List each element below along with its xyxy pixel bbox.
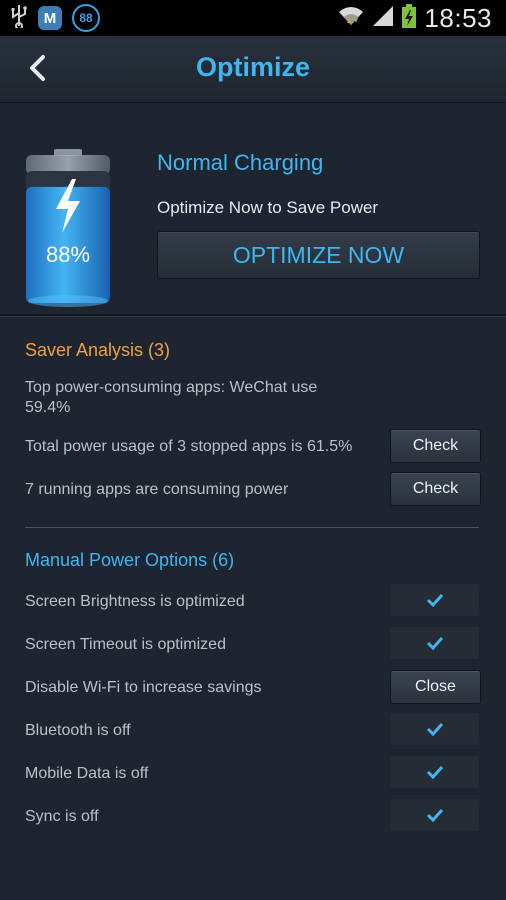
battery-gauge: 88% xyxy=(24,149,112,309)
close-wifi-button[interactable]: Close xyxy=(390,670,481,704)
charging-summary: 88% Normal Charging Optimize Now to Save… xyxy=(0,103,506,315)
mobile-data-status-button[interactable] xyxy=(390,756,479,788)
signal-icon xyxy=(372,5,394,32)
optimize-tip: Optimize Now to Save Power xyxy=(157,198,379,217)
wifi-icon xyxy=(338,4,364,33)
check-running-apps-button[interactable]: Check xyxy=(390,472,481,506)
option-mobile-data: Mobile Data is off xyxy=(25,765,149,782)
option-bluetooth: Bluetooth is off xyxy=(25,722,131,739)
saver-analysis-title: Saver Analysis (3) xyxy=(25,340,171,360)
option-screen-timeout: Screen Timeout is optimized xyxy=(25,636,226,653)
clock: 18:53 xyxy=(424,2,492,33)
option-screen-brightness: Screen Brightness is optimized xyxy=(25,593,245,610)
title-bar: Optimize xyxy=(0,36,506,103)
bluetooth-status-button[interactable] xyxy=(390,713,479,745)
check-stopped-apps-button[interactable]: Check xyxy=(390,429,481,463)
timeout-status-button[interactable] xyxy=(390,627,479,659)
sync-status-button[interactable] xyxy=(390,799,479,831)
messenger-app-icon: M xyxy=(38,6,62,30)
charging-status: Normal Charging xyxy=(157,150,324,175)
system-indicators: 18:53 xyxy=(338,0,492,36)
checkmark-icon xyxy=(426,808,443,822)
battery-icon xyxy=(26,149,110,307)
battery-status-icon xyxy=(402,3,417,33)
checkmark-icon xyxy=(426,636,443,650)
manual-options-title: Manual Power Options (6) xyxy=(25,550,235,570)
section-divider xyxy=(0,314,506,317)
brightness-status-button[interactable] xyxy=(390,584,479,616)
usb-icon xyxy=(10,4,28,33)
notification-icons: M 88 xyxy=(10,4,100,32)
optimize-now-button[interactable]: OPTIMIZE NOW xyxy=(157,231,480,279)
analysis-row-top-app: Top power-consuming apps: WeChat use 59.… xyxy=(25,379,318,416)
analysis-row-stopped-apps: Total power usage of 3 stopped apps is 6… xyxy=(25,438,353,455)
divider xyxy=(25,527,479,528)
battery-percent: 88% xyxy=(45,242,91,267)
checkmark-icon xyxy=(426,722,443,736)
option-wifi: Disable Wi-Fi to increase savings xyxy=(25,679,262,696)
checkmark-icon xyxy=(426,593,443,607)
option-sync: Sync is off xyxy=(25,808,99,825)
checkmark-icon xyxy=(426,765,443,779)
battery-doctor-notif-icon: 88 xyxy=(72,4,100,32)
page-title: Optimize xyxy=(195,52,310,82)
status-bar: M 88 18:53 xyxy=(0,0,506,36)
analysis-row-running-apps: 7 running apps are consuming power xyxy=(25,481,289,498)
